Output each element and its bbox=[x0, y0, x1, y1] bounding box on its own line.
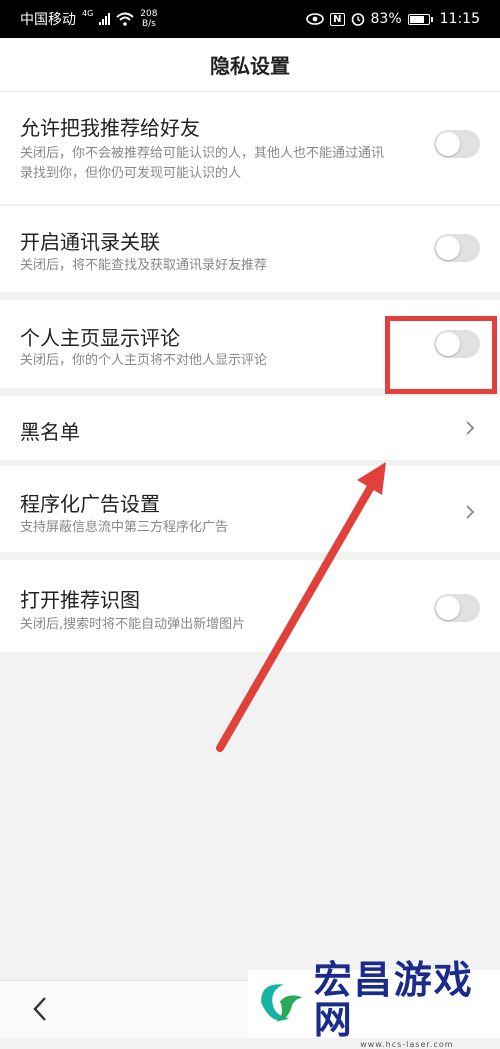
carrier-label: 中国移动 bbox=[20, 12, 76, 28]
watermark-text: 宏昌游戏网 bbox=[313, 957, 474, 1042]
clock: 11:15 bbox=[439, 11, 480, 27]
setting-label: 黑名单 bbox=[20, 420, 80, 444]
setting-label: 允许把我推荐给好友 bbox=[20, 116, 200, 140]
setting-row-programmatic-ads[interactable]: 程序化广告设置 支持屏蔽信息流中第三方程序化广告 bbox=[0, 466, 500, 552]
network-type: 4G bbox=[82, 8, 94, 18]
watermark-url: www.hcs-laser.com bbox=[360, 1039, 454, 1049]
page-title: 隐私设置 bbox=[210, 54, 290, 78]
image-recognition-toggle[interactable] bbox=[434, 594, 480, 622]
setting-row-blacklist[interactable]: 黑名单 bbox=[0, 396, 500, 460]
setting-row-recommend-to-friends: 允许把我推荐给好友 关闭后，你不会被推荐给可能认识的人，其他人也不能通过通讯录找… bbox=[0, 92, 500, 204]
setting-desc: 关闭后，将不能查找及获取通讯录好友推荐 bbox=[20, 258, 268, 273]
title-bar: 隐私设置 bbox=[0, 38, 500, 92]
watermark: 宏昌游戏网 www.hcs-laser.com bbox=[248, 960, 500, 1049]
setting-label: 个人主页显示评论 bbox=[20, 326, 180, 350]
setting-desc: 关闭后,搜索时将不能自动弹出新增图片 bbox=[20, 617, 246, 632]
wifi-icon bbox=[116, 12, 134, 26]
setting-label: 程序化广告设置 bbox=[20, 492, 160, 516]
battery-percent: 83% bbox=[370, 11, 402, 27]
alarm-icon bbox=[351, 13, 364, 26]
setting-label: 打开推荐识图 bbox=[20, 588, 140, 612]
network-speed: 208 B/s bbox=[140, 9, 158, 29]
setting-desc: 关闭后，你的个人主页将不对他人显示评论 bbox=[20, 353, 268, 368]
eye-icon bbox=[306, 13, 324, 25]
setting-row-recommend-image-recognition: 打开推荐识图 关闭后,搜索时将不能自动弹出新增图片 bbox=[0, 560, 500, 652]
nfc-icon: N bbox=[330, 12, 345, 26]
chevron-right-icon bbox=[466, 421, 475, 435]
setting-desc: 支持屏蔽信息流中第三方程序化广告 bbox=[20, 520, 229, 535]
toggle-knob bbox=[436, 132, 460, 156]
setting-desc: 关闭后，你不会被推荐给可能认识的人，其他人也不能通过通讯录找到你，但你仍可发现可… bbox=[20, 146, 385, 181]
back-icon[interactable] bbox=[30, 995, 50, 1023]
recommend-to-friends-toggle[interactable] bbox=[434, 130, 480, 158]
toggle-knob bbox=[436, 596, 460, 620]
chevron-right-icon bbox=[466, 505, 475, 519]
setting-row-contacts-link: 开启通讯录关联 关闭后，将不能查找及获取通讯录好友推荐 bbox=[0, 206, 500, 292]
contacts-link-toggle[interactable] bbox=[434, 234, 480, 262]
battery-icon bbox=[407, 13, 433, 25]
watermark-logo-icon bbox=[261, 984, 303, 1022]
annotation-highlight-box bbox=[385, 316, 497, 394]
setting-label: 开启通讯录关联 bbox=[20, 230, 160, 254]
toggle-knob bbox=[436, 236, 460, 260]
status-bar: 中国移动 4G 208 B/s N 83% 11:15 bbox=[0, 0, 500, 38]
signal-icon bbox=[99, 13, 111, 25]
